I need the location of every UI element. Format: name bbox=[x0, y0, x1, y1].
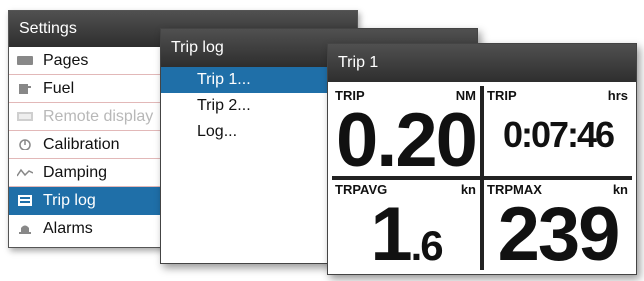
trip-avg-speed-cell: TRPAVG kn 1.6 bbox=[332, 180, 480, 270]
settings-item-label: Pages bbox=[43, 52, 89, 69]
trip-max-speed-cell: TRPMAX kn 239 bbox=[484, 180, 632, 270]
settings-item-label: Calibration bbox=[43, 136, 120, 153]
trip-max-speed-value: 239 bbox=[497, 192, 621, 270]
cell-label: TRIP bbox=[487, 88, 517, 103]
calibration-icon bbox=[19, 139, 31, 150]
trip-log-icon bbox=[18, 195, 32, 206]
settings-item-label: Trip log bbox=[43, 192, 96, 209]
trip-time-cell: TRIP hrs 0:07:46 bbox=[484, 86, 632, 176]
settings-item-label: Fuel bbox=[43, 80, 75, 97]
remote-display-icon bbox=[17, 112, 33, 121]
settings-item-label: Alarms bbox=[43, 220, 93, 237]
trip-1-panel: Trip 1 TRIP NM 0.20 TRIP hrs 0:07:46 TRP… bbox=[327, 43, 637, 275]
settings-item-label: Remote display bbox=[43, 108, 154, 125]
avg-speed-integer: 1 bbox=[370, 192, 412, 270]
damping-icon bbox=[17, 168, 33, 177]
settings-item-label: Damping bbox=[43, 164, 108, 181]
pages-icon bbox=[17, 56, 33, 65]
alarms-icon bbox=[19, 225, 31, 234]
trip-data-grid: TRIP NM 0.20 TRIP hrs 0:07:46 TRPAVG kn … bbox=[332, 86, 632, 270]
avg-speed-decimal: .6 bbox=[410, 222, 444, 269]
cell-unit: hrs bbox=[607, 88, 628, 103]
trip-distance-value: 0.20 bbox=[336, 98, 478, 176]
fuel-icon bbox=[19, 84, 31, 94]
trip-time-value: 0:07:46 bbox=[502, 114, 615, 155]
trip-distance-cell: TRIP NM 0.20 bbox=[332, 86, 480, 176]
trip-1-title: Trip 1 bbox=[328, 44, 636, 82]
trip-avg-speed-value: 1.6 bbox=[332, 191, 480, 270]
